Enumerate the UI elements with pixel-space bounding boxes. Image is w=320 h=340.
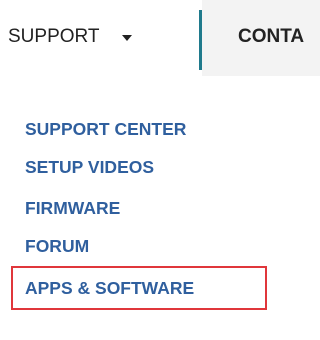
- menu-item-forum[interactable]: FORUM: [25, 236, 89, 257]
- menu-item-firmware[interactable]: FIRMWARE: [25, 198, 120, 219]
- caret-down-icon: [121, 35, 132, 41]
- top-navigation-bar: SUPPORT CONTA: [0, 0, 320, 76]
- menu-item-apps-software[interactable]: APPS & SOFTWARE: [25, 278, 194, 299]
- support-menu-label: SUPPORT: [8, 26, 100, 47]
- contact-nav-item[interactable]: CONTA: [202, 0, 320, 76]
- highlight-box: APPS & SOFTWARE: [11, 266, 267, 310]
- page: SUPPORT CONTA SUPPORT CENTER SETUP VIDEO…: [0, 0, 320, 340]
- support-menu-toggle[interactable]: SUPPORT: [8, 26, 132, 48]
- menu-item-support-center[interactable]: SUPPORT CENTER: [25, 119, 186, 140]
- support-dropdown-menu: SUPPORT CENTER SETUP VIDEOS FIRMWARE FOR…: [0, 76, 320, 340]
- contact-nav-label: CONTA: [238, 26, 305, 47]
- menu-item-setup-videos[interactable]: SETUP VIDEOS: [25, 157, 154, 178]
